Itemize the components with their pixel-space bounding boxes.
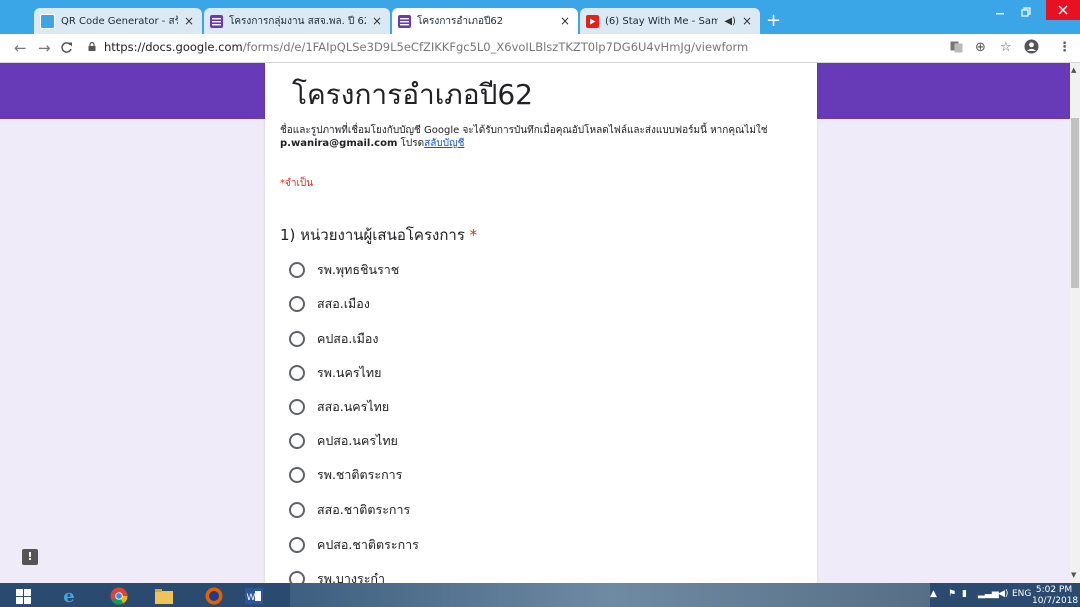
restore-button[interactable] xyxy=(1016,4,1036,22)
form-title: โครงการอำเภอปี62 xyxy=(292,78,533,111)
question-title: 1) หน่วยงานผู้เสนอโครงการ * xyxy=(280,226,478,244)
minimize-button[interactable] xyxy=(990,4,1010,22)
language-indicator[interactable]: ENG xyxy=(1012,589,1031,599)
tab-district-project[interactable]: โครงการอำเภอปี62 × xyxy=(392,8,578,34)
radio-button[interactable] xyxy=(289,537,305,553)
radio-button[interactable] xyxy=(289,502,305,518)
tray-up-arrow-icon[interactable]: ▲ xyxy=(930,589,937,599)
radio-option[interactable]: สสอ.เมือง xyxy=(289,293,370,315)
system-clock[interactable]: 5:02 PM 10/7/2018 xyxy=(1032,585,1078,607)
windows-start-icon[interactable] xyxy=(14,587,32,605)
taskbar-background xyxy=(290,583,930,607)
volume-icon[interactable]: ◀) xyxy=(998,589,1008,599)
tab-project-group[interactable]: โครงการกลุ่มงาน สสจ.พล. ปี 62 × xyxy=(204,8,390,34)
radio-button[interactable] xyxy=(289,262,305,278)
bookmark-star-icon[interactable]: ☆ xyxy=(1000,40,1012,55)
qr-icon xyxy=(40,13,55,29)
chrome-icon[interactable] xyxy=(110,587,128,605)
url-field[interactable]: https://docs.google.com/forms/d/e/1FAIpQ… xyxy=(104,40,748,54)
radio-button[interactable] xyxy=(289,467,305,483)
flag-icon[interactable]: ⚑ xyxy=(948,589,956,599)
svg-text:W: W xyxy=(247,593,256,603)
file-explorer-icon[interactable] xyxy=(155,587,173,605)
new-tab-button[interactable]: + xyxy=(766,12,781,30)
speaker-icon: ◀) xyxy=(724,15,736,27)
radio-option[interactable]: รพ.นครไทย xyxy=(289,362,381,384)
youtube-icon xyxy=(586,14,599,28)
radio-option[interactable]: คปสอ.ชาติตระการ xyxy=(289,534,419,556)
radio-option[interactable]: รพ.พุทธชินราช xyxy=(289,259,399,281)
radio-button[interactable] xyxy=(289,571,305,583)
address-bar: ← → https://docs.google.com/forms/d/e/1F… xyxy=(0,34,1080,63)
lock-icon xyxy=(88,42,96,51)
account-notice: ชื่อและรูปภาพที่เชื่อมโยงกับบัญชี Google… xyxy=(280,125,768,149)
word-icon[interactable]: W xyxy=(245,587,263,605)
account-icon[interactable] xyxy=(1024,39,1039,58)
signal-icon[interactable]: ▂▃▅ xyxy=(978,589,999,599)
switch-account-link[interactable]: สลับบัญชี xyxy=(424,138,464,149)
network-icon[interactable]: ▮ xyxy=(962,589,967,599)
close-tab-icon[interactable]: × xyxy=(372,14,382,28)
internet-explorer-icon[interactable]: e xyxy=(60,586,78,607)
required-indicator: *จำเป็น xyxy=(280,178,314,189)
tab-qr-code-generator[interactable]: QR Code Generator - สร้างรหัส QR × xyxy=(34,8,202,34)
radio-option[interactable]: คปสอ.เมือง xyxy=(289,328,379,350)
scroll-up-icon[interactable]: ▲ xyxy=(1071,66,1076,74)
radio-button[interactable] xyxy=(289,365,305,381)
scrollbar-thumb[interactable] xyxy=(1071,118,1079,288)
firefox-icon[interactable] xyxy=(205,587,223,605)
close-tab-icon[interactable]: × xyxy=(184,14,194,28)
feedback-icon[interactable]: ! xyxy=(22,549,38,565)
close-window-button[interactable] xyxy=(1046,0,1080,20)
page-scrollbar[interactable]: ▲ ▼ xyxy=(1070,63,1080,583)
scroll-down-icon[interactable]: ▼ xyxy=(1071,571,1076,579)
forms-icon xyxy=(210,14,223,28)
radio-option[interactable]: สสอ.ชาติตระการ xyxy=(289,499,410,521)
radio-option[interactable]: สสอ.นครไทย xyxy=(289,396,389,418)
forms-icon xyxy=(398,14,411,28)
reload-icon[interactable] xyxy=(60,40,73,58)
radio-button[interactable] xyxy=(289,296,305,312)
form-card: โครงการอำเภอปี62 ชื่อและรูปภาพที่เชื่อมโ… xyxy=(265,63,817,583)
radio-option[interactable]: รพ.บางระกำ xyxy=(289,568,385,583)
radio-option[interactable]: รพ.ชาติตระการ xyxy=(289,464,402,486)
menu-kebab-icon[interactable]: ⋮ xyxy=(1058,40,1071,55)
translate-icon[interactable] xyxy=(950,41,963,57)
zoom-icon[interactable]: ⊕ xyxy=(975,40,986,55)
tab-youtube[interactable]: (6) Stay With Me - Sam Smith ◀) × xyxy=(580,8,760,34)
forward-arrow-icon[interactable]: → xyxy=(38,39,51,57)
close-tab-icon[interactable]: × xyxy=(742,14,752,28)
radio-option[interactable]: คปสอ.นครไทย xyxy=(289,430,398,452)
radio-button[interactable] xyxy=(289,433,305,449)
radio-button[interactable] xyxy=(289,399,305,415)
radio-button[interactable] xyxy=(289,331,305,347)
back-arrow-icon[interactable]: ← xyxy=(14,39,27,57)
close-tab-icon[interactable]: × xyxy=(560,14,570,28)
